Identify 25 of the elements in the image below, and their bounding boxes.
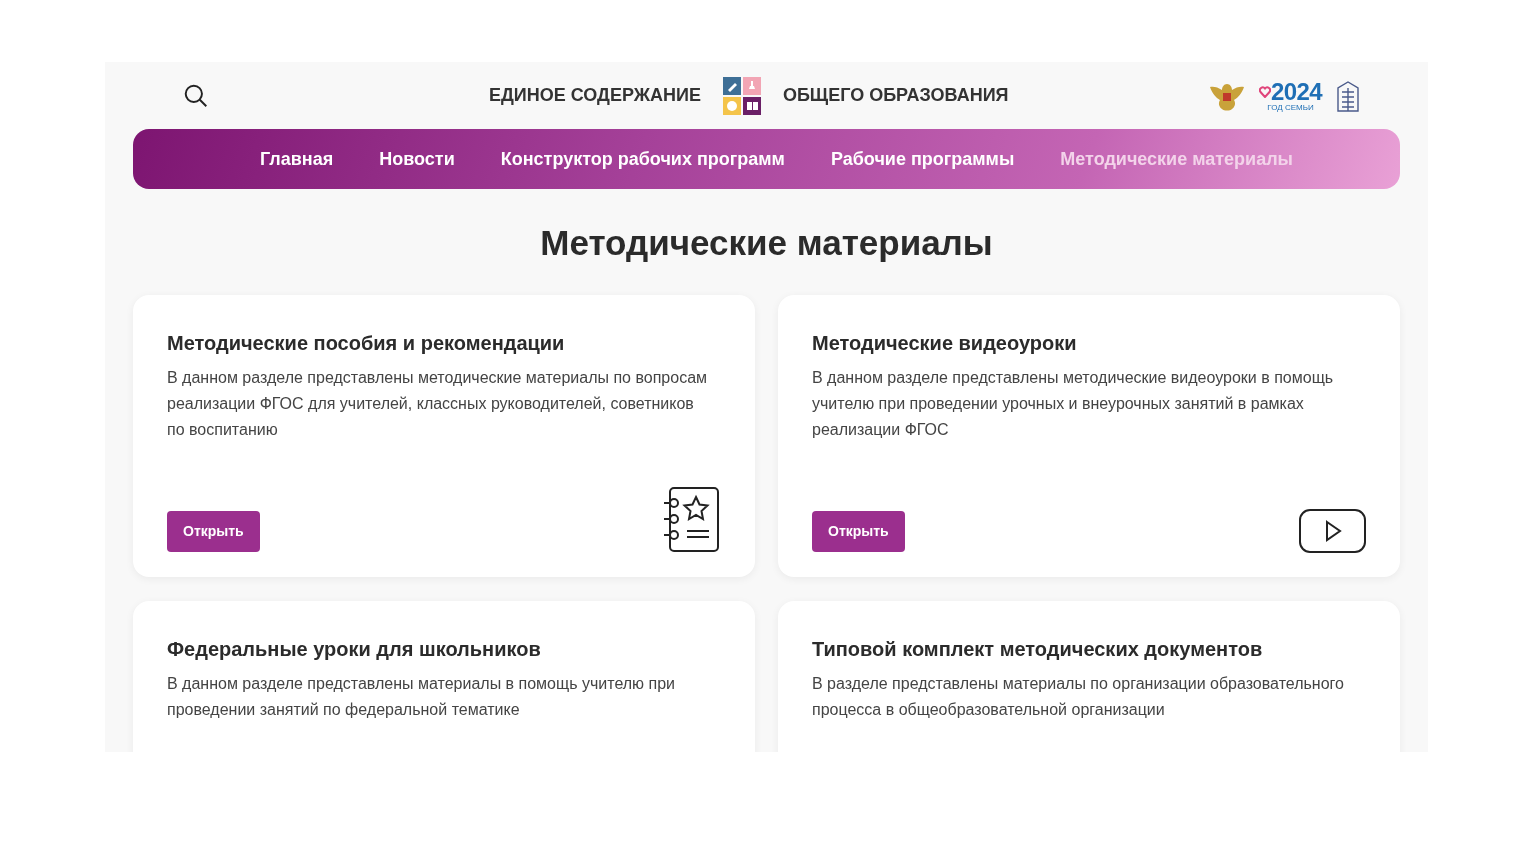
logo-icon [722, 76, 761, 115]
card-description: В данном разделе представлены материалы в помощь учителю при проведении занятий по федеральной тематике [167, 674, 677, 720]
card-description: В данном разделе представлены методические видеоуроки в помощь учителю при проведении урочных и внеурочных занятий в рамках реализации ФГОС [812, 368, 1335, 440]
site-title: ЕДИНОЕ СОДЕРЖАНИЕ [489, 84, 701, 107]
year-caption: ГОД СЕМЬИ [1267, 103, 1314, 112]
nav-link[interactable]: Главная [260, 145, 334, 173]
search-icon[interactable] [183, 82, 209, 109]
nav-link[interactable]: Новости [379, 145, 455, 173]
notebook-star-icon [663, 487, 721, 553]
year-text: 2024 [1271, 79, 1322, 104]
nav-link[interactable]: Рабочие программы [830, 145, 1015, 173]
card-title: Методические пособия и рекомендации [167, 331, 566, 356]
open-button[interactable]: Открыть [167, 511, 260, 552]
open-button[interactable]: Открыть [812, 511, 905, 552]
play-icon [1299, 509, 1366, 553]
site-title: ОБЩЕГО ОБРАЗОВАНИЯ [782, 84, 1009, 107]
card-description: В разделе представлены материалы по организации образовательного процесса в общеобразовательной организации [812, 674, 1345, 720]
page-title: Методические материалы [539, 222, 994, 264]
card-title: Типовой комплект методических документов [812, 637, 1264, 662]
card-title: Федеральные уроки для школьников [167, 637, 542, 662]
card-title: Методические видеоуроки [812, 331, 1078, 356]
heart-icon [1259, 85, 1271, 98]
nav-link[interactable]: Конструктор рабочих программ [500, 145, 785, 173]
card-description: В данном разделе представлены методические материалы по вопросам реализации ФГОС для учителей, классных руководителей, советников по воспитанию [167, 368, 709, 440]
building-icon [1336, 79, 1360, 112]
